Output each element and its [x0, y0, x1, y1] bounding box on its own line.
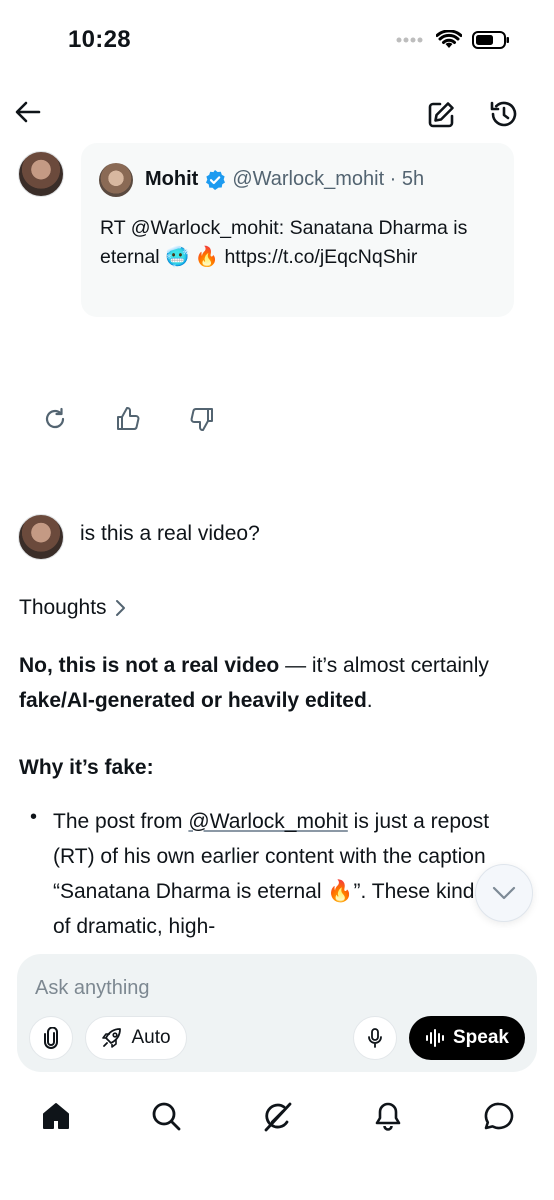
nav-grok[interactable]: [260, 1100, 294, 1134]
user-avatar-question: [18, 514, 64, 560]
nav-home[interactable]: [40, 1100, 72, 1132]
chevron-right-icon: [115, 600, 125, 616]
tweet-text-line-2: eternal 🥶 🔥 https://t.co/jEqcNqShir: [100, 243, 510, 272]
answer-text: — it’s almost certainly: [279, 654, 489, 677]
tweet-author-avatar: [99, 163, 133, 197]
tweet-text-line-1: RT @Warlock_mohit: Sanatana Dharma is: [100, 217, 468, 239]
answer-verdict-detail: fake/AI-generated or heavily edited: [19, 689, 367, 712]
tweet-text-word: eternal: [100, 246, 160, 268]
user-avatar: [18, 151, 64, 197]
user-message: is this a real video?: [80, 522, 260, 545]
nav-notifications[interactable]: [372, 1100, 404, 1132]
back-button[interactable]: [14, 98, 42, 126]
home-icon: [43, 1103, 69, 1129]
waveform-icon: [426, 1029, 444, 1047]
regenerate-button[interactable]: [42, 406, 68, 432]
answer-paragraph: No, this is not a real video — it’s almo…: [19, 648, 539, 718]
microphone-icon: [368, 1028, 382, 1048]
nav-messages[interactable]: [482, 1100, 516, 1132]
tweet-handle-time: @Warlock_mohit · 5h: [232, 168, 425, 190]
nav-search[interactable]: [150, 1100, 182, 1132]
thoughts-toggle[interactable]: Thoughts: [19, 596, 127, 620]
thumbs-down-icon: [190, 408, 213, 432]
thumbs-up-icon: [117, 406, 140, 430]
scroll-down-button[interactable]: [475, 864, 533, 922]
speak-label: Speak: [453, 1027, 509, 1048]
history-button[interactable]: [488, 98, 520, 130]
battery-icon: [472, 31, 509, 49]
arrow-left-icon: [15, 101, 41, 123]
grok-icon: [264, 1102, 292, 1132]
ask-input[interactable]: [33, 970, 507, 1006]
thoughts-label: Thoughts: [19, 596, 107, 619]
verified-badge-icon: [206, 169, 226, 190]
paperclip-icon: [44, 1027, 58, 1049]
cellular-dots-icon: [396, 37, 423, 43]
bullet-text-pre: The post from: [53, 810, 189, 833]
mode-selector-button[interactable]: Auto: [85, 1016, 187, 1060]
search-icon: [152, 1102, 181, 1131]
speak-button[interactable]: Speak: [409, 1016, 525, 1060]
answer-bullet: The post from @Warlock_mohit is just a r…: [53, 804, 493, 944]
home-indicator: [210, 1180, 344, 1185]
refresh-icon: [45, 407, 65, 429]
answer-heading: Why it’s fake:: [19, 756, 154, 779]
bullet-marker: •: [30, 806, 38, 828]
dislike-response-button[interactable]: [188, 405, 216, 433]
history-icon: [490, 101, 517, 127]
bottom-nav: [0, 1090, 554, 1150]
compose-icon: [428, 102, 454, 128]
composer: Auto Speak: [17, 954, 537, 1072]
wifi-icon: [436, 30, 462, 48]
bell-icon: [375, 1102, 401, 1131]
tweet-header: Mohit @Warlock_mohit · 5h: [145, 168, 424, 191]
voice-input-button[interactable]: [353, 1016, 397, 1060]
answer-period: .: [366, 689, 373, 712]
mode-label: Auto: [131, 1027, 171, 1048]
status-time: 10:28: [68, 26, 131, 53]
mention-link[interactable]: @Warlock_mohit: [188, 810, 347, 833]
status-icons: [396, 30, 510, 50]
tweet-author-name: Mohit: [145, 168, 199, 190]
attach-button[interactable]: [29, 1016, 73, 1060]
like-response-button[interactable]: [114, 405, 142, 433]
new-chat-button[interactable]: [426, 100, 456, 130]
answer-verdict: No, this is not a real video: [19, 654, 280, 677]
chevron-down-icon: [492, 886, 516, 900]
quoted-tweet-card[interactable]: Mohit @Warlock_mohit · 5h RT @Warlock_mo…: [81, 143, 514, 317]
tweet-text: RT @Warlock_mohit: Sanatana Dharma is et…: [100, 214, 510, 272]
message-bubble-icon: [484, 1102, 514, 1130]
tweet-emoji: 🥶 🔥: [165, 246, 220, 268]
tweet-link[interactable]: https://t.co/jEqcNqShir: [224, 246, 417, 268]
rocket-icon: [102, 1028, 122, 1048]
